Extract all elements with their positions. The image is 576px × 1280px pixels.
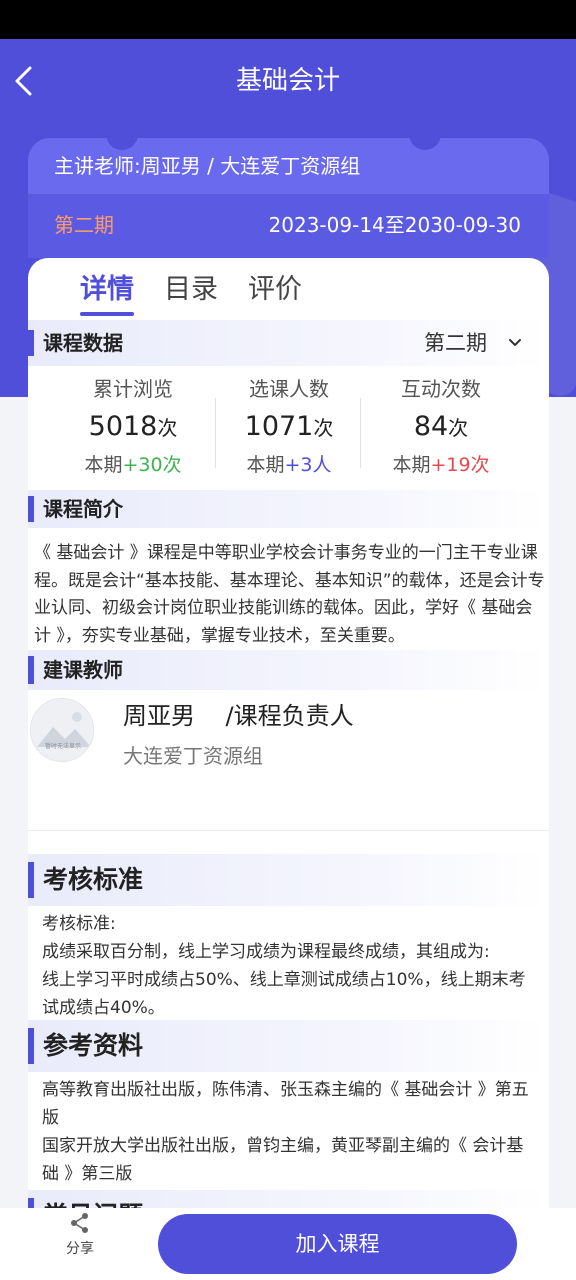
status-bar [0, 0, 576, 39]
teacher-avatar[interactable]: 暂时无法显示 [30, 698, 94, 762]
tab-catalog-label: 目录 [164, 274, 218, 305]
course-stats: 累计浏览 5018次 本期+30次 选课人数 1071次 本期+3人 互动次数 … [28, 374, 549, 494]
course-intro-text: 《 基础会计 》课程是中等职业学校会计事务专业的一门主干专业课程。既是会计“基本… [34, 543, 545, 646]
tab-reviews[interactable]: 评价 [248, 270, 302, 310]
section-header-course-data: 课程数据 第二期 [28, 320, 549, 366]
share-button[interactable]: 分享 [52, 1212, 108, 1260]
term-label: 第二期 [54, 213, 114, 237]
section-title: 课程简介 [43, 497, 123, 521]
term-card: 第二期 2023-09-14至2030-09-30 [28, 194, 549, 258]
image-placeholder-icon [31, 699, 93, 761]
section-accent-bar [28, 1028, 34, 1064]
section-title: 参考资料 [43, 1031, 144, 1060]
stat-delta: 本期+30次 [84, 454, 182, 476]
tab-details-label: 详情 [80, 274, 134, 305]
stat-interactions: 互动次数 84次 本期+19次 [356, 374, 526, 479]
tab-bar: 详情 目录 评价 [80, 270, 332, 316]
stat-value: 5018次 [88, 411, 178, 442]
tab-reviews-label: 评价 [248, 274, 302, 305]
section-accent-bar [28, 330, 34, 356]
stat-enrollment: 选课人数 1071次 本期+3人 [204, 374, 374, 479]
stat-delta: 本期+19次 [392, 454, 490, 476]
stat-title: 互动次数 [401, 377, 481, 401]
content-panel: 详情 目录 评价 课程数据 第二期 累计浏览 5018次 本期+30次 选课人数… [28, 258, 549, 1280]
card-notch [106, 126, 138, 150]
teacher-name: 周亚男 /课程负责人 [123, 702, 354, 730]
share-icon [71, 1213, 88, 1233]
section-title: 课程数据 [43, 331, 123, 355]
stat-delta: 本期+3人 [246, 454, 332, 476]
teacher-card: 主讲老师:周亚男 / 大连爱丁资源组 [28, 126, 549, 194]
stat-title: 选课人数 [249, 377, 329, 401]
section-title: 建课教师 [43, 658, 123, 682]
assessment-line: 考核标准: [42, 914, 116, 934]
teacher-organization: 大连爱丁资源组 [123, 744, 263, 768]
section-accent-bar [28, 656, 34, 684]
section-accent-bar [28, 862, 34, 898]
term-dropdown-value: 第二期 [424, 331, 487, 355]
section-header-assessment: 考核标准 [28, 854, 549, 906]
active-tab-indicator [80, 312, 134, 316]
divider [28, 830, 549, 831]
stat-title: 累计浏览 [93, 377, 173, 401]
stat-views: 累计浏览 5018次 本期+30次 [48, 374, 218, 479]
assessment-line: 成绩采取百分制，线上学习成绩为课程最终成绩，其组成为: [42, 942, 490, 962]
join-course-button[interactable]: 加入课程 [158, 1214, 517, 1274]
section-header-teachers: 建课教师 [28, 650, 549, 690]
stat-value: 84次 [413, 411, 469, 442]
term-date-range: 2023-09-14至2030-09-30 [268, 213, 521, 237]
teacher-line: 主讲老师:周亚男 / 大连爱丁资源组 [54, 154, 361, 178]
reference-item: 高等教育出版社出版，陈伟清、张玉森主编的《 基础会计 》第五版 [42, 1080, 529, 1128]
stat-value: 1071次 [244, 411, 334, 442]
tab-details[interactable]: 详情 [80, 270, 134, 316]
card-notch [409, 126, 441, 150]
page-title: 基础会计 [235, 66, 340, 96]
section-accent-bar [28, 496, 34, 522]
share-label: 分享 [66, 1241, 94, 1257]
chevron-down-icon [509, 339, 521, 346]
references-text: 高等教育出版社出版，陈伟清、张玉森主编的《 基础会计 》第五版 国家开放大学出版… [42, 1076, 538, 1188]
section-header-references: 参考资料 [28, 1020, 549, 1072]
reference-item: 国家开放大学出版社出版，曾钧主编，黄亚琴副主编的《 会计基础 》第三版 [42, 1136, 524, 1184]
section-header-intro: 课程简介 [28, 490, 549, 528]
tab-catalog[interactable]: 目录 [164, 270, 218, 310]
term-dropdown[interactable]: 第二期 [424, 320, 523, 366]
avatar-placeholder-text: 暂时无法显示 [44, 743, 81, 750]
assessment-text: 考核标准: 成绩采取百分制，线上学习成绩为课程最终成绩，其组成为: 线上学习平时… [42, 910, 538, 1022]
section-title: 考核标准 [43, 865, 144, 894]
assessment-line: 线上学习平时成绩占50%、线上章测试成绩占10%，线上期末考试成绩占40%。 [42, 970, 526, 1018]
